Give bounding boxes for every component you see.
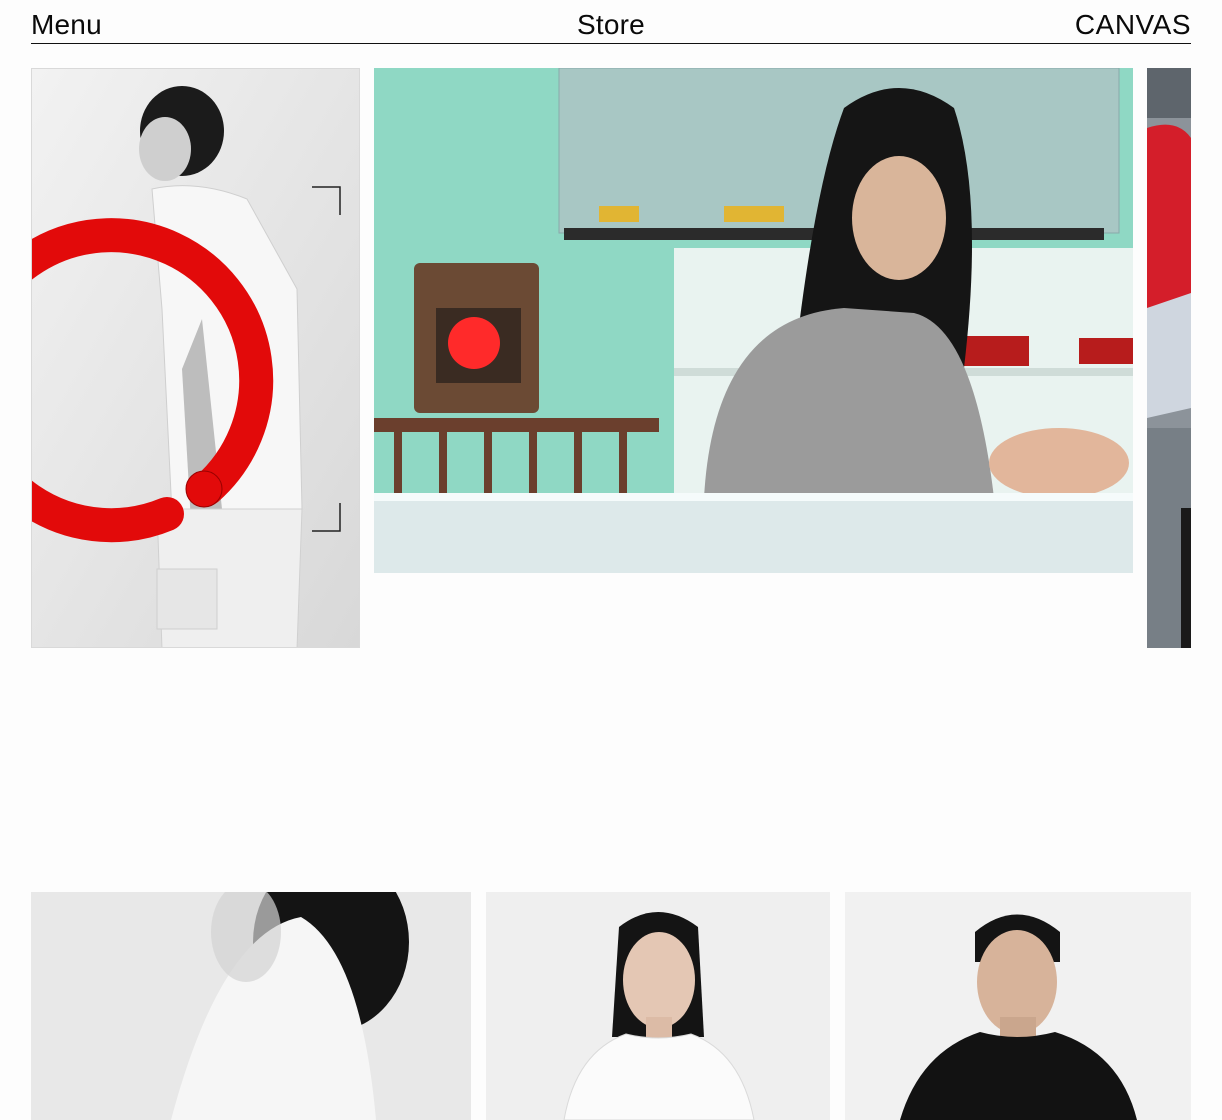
site-header: Menu Store CANVAS [31,0,1191,44]
product-image-black-tee[interactable] [845,892,1191,1120]
carousel-slide-next-peek[interactable] [1147,68,1191,648]
carousel-slide-portrait-red-ring[interactable] [31,68,360,648]
product-image-bw-back[interactable] [31,892,471,1120]
brand-logo-link[interactable]: CANVAS [1075,8,1191,42]
menu-link[interactable]: Menu [31,8,102,42]
store-link[interactable]: Store [577,8,645,42]
product-image-white-tee[interactable] [486,892,830,1120]
carousel-slide-lookbook-photo[interactable] [374,68,1133,573]
